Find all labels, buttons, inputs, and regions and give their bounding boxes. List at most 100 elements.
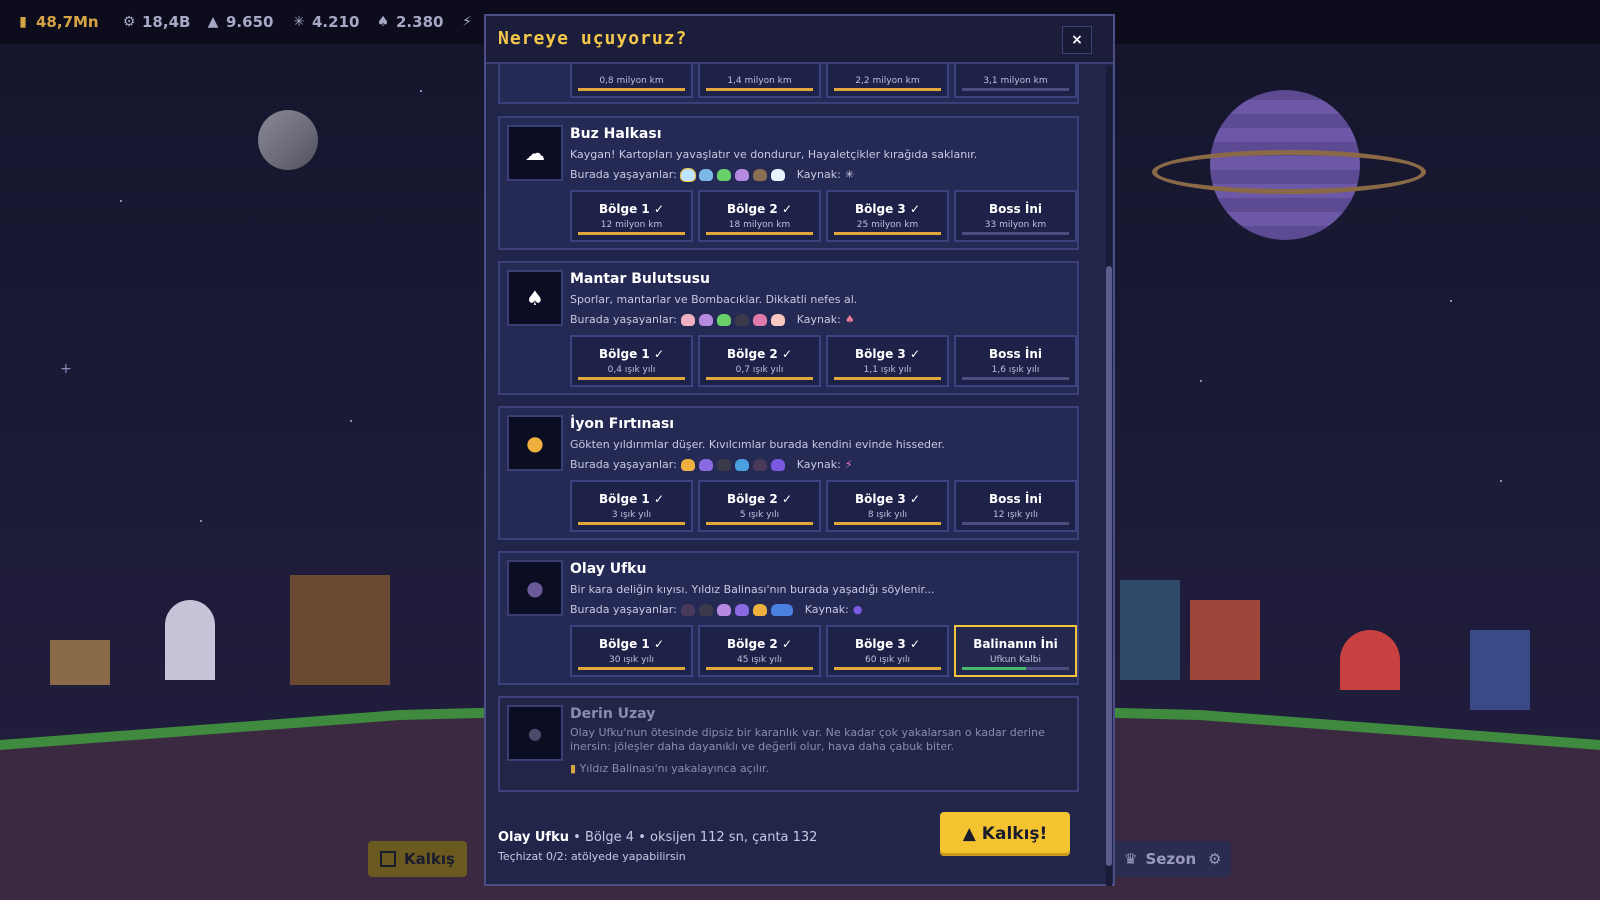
- crystal-icon: ▲: [207, 14, 219, 30]
- progress-bar: [962, 667, 1069, 670]
- zone-button[interactable]: Bölge 1 ✓ 30 ışık yılı: [570, 625, 693, 677]
- scrollbar[interactable]: [1106, 66, 1112, 886]
- zone-button[interactable]: Bölge 1 ✓ 0,4 ışık yılı: [570, 335, 693, 387]
- progress-bar: [706, 667, 813, 670]
- zone-button[interactable]: 1,4 milyon km: [698, 64, 821, 98]
- progress-bar: [834, 377, 941, 380]
- close-icon: ×: [1071, 32, 1083, 48]
- jelly-icon[interactable]: [734, 603, 749, 616]
- inhabitants-row: Burada yaşayanlar: Kaynak: ⚡: [570, 458, 853, 471]
- house: [50, 640, 110, 685]
- mushroom-icon[interactable]: [770, 313, 785, 326]
- inhabitants-row: Burada yaşayanlar: Kaynak: ✳: [570, 167, 855, 182]
- zone-button-selected[interactable]: Balinanın İni Ufkun Kalbi: [954, 625, 1077, 677]
- star: [1200, 380, 1202, 382]
- creature-icon[interactable]: [770, 458, 785, 471]
- resource-coins: ▮ 48,7Mn: [16, 11, 98, 33]
- snowflake-icon: ✳: [293, 14, 305, 30]
- zone-button[interactable]: 0,8 milyon km: [570, 64, 693, 98]
- zone-button[interactable]: Boss İni 1,6 ışık yılı: [954, 335, 1077, 387]
- progress-bar: [962, 88, 1069, 91]
- sparkle-star: +: [60, 361, 72, 377]
- zone-button[interactable]: Boss İni 12 ışık yılı: [954, 480, 1077, 532]
- zone-button[interactable]: Bölge 2 ✓ 0,7 ışık yılı: [698, 335, 821, 387]
- coin-icon: ▮: [19, 14, 27, 30]
- close-button[interactable]: ×: [1062, 26, 1092, 54]
- zone-button[interactable]: 2,2 milyon km: [826, 64, 949, 98]
- zone-button[interactable]: Bölge 3 ✓ 8 ışık yılı: [826, 480, 949, 532]
- workshop[interactable]: [290, 575, 390, 685]
- star: [1450, 300, 1452, 302]
- zone-button[interactable]: Bölge 3 ✓ 60 ışık yılı: [826, 625, 949, 677]
- zone-button[interactable]: Bölge 2 ✓ 5 ışık yılı: [698, 480, 821, 532]
- zone-row: Bölge 1 ✓ 30 ışık yılı Bölge 2 ✓ 45 ışık y…: [570, 625, 1077, 677]
- black-hole-icon: ●: [507, 560, 563, 616]
- creature-icon[interactable]: [680, 603, 695, 616]
- zone-button[interactable]: Bölge 1 ✓ 12 milyon km: [570, 190, 693, 242]
- progress-bar: [962, 232, 1069, 235]
- creature-icon[interactable]: [752, 458, 767, 471]
- blob-icon[interactable]: [734, 458, 749, 471]
- season-button[interactable]: ♛ Sezon: [1112, 841, 1209, 877]
- progress-bar: [706, 232, 813, 235]
- zone-button[interactable]: Bölge 2 ✓ 45 ışık yılı: [698, 625, 821, 677]
- destination-card-ion-storm: ● İyon Fırtınası Gökten yıldırımlar düşe…: [498, 406, 1079, 540]
- bomb-icon[interactable]: [698, 603, 713, 616]
- destination-card-event-horizon: ● Olay Ufku Bir kara deliğin kıyısı. Yıl…: [498, 551, 1079, 685]
- rocket-icon: ▲: [962, 824, 976, 844]
- resource-gears: ⚙ 18,4B: [122, 13, 191, 31]
- destination-list[interactable]: 0,8 milyon km 1,4 milyon km 2,2 milyon k…: [486, 64, 1113, 824]
- blob-icon[interactable]: [698, 168, 713, 181]
- zone-button[interactable]: Bölge 3 ✓ 25 milyon km: [826, 190, 949, 242]
- zone-row: Bölge 1 ✓ 12 milyon km Bölge 2 ✓ 18 milyon…: [570, 190, 1077, 242]
- star: [1500, 480, 1502, 482]
- scrollbar-thumb[interactable]: [1106, 266, 1112, 866]
- jelly-icon[interactable]: [698, 313, 713, 326]
- ghost-icon: ☁: [507, 125, 563, 181]
- snowball-icon[interactable]: [770, 168, 785, 181]
- progress-bar: [962, 522, 1069, 525]
- progress-bar: [962, 377, 1069, 380]
- rock-icon[interactable]: [752, 168, 767, 181]
- whale-icon[interactable]: [770, 603, 793, 616]
- progress-bar: [834, 522, 941, 525]
- progress-bar: [706, 88, 813, 91]
- zone-button[interactable]: 3,1 milyon km: [954, 64, 1077, 98]
- lock-note: ▮ Yıldız Balinası'nı yakalayınca açılır.: [570, 762, 769, 775]
- destination-modal: Nereye uçuyoruz? × 0,8 milyon km 1,4 mil…: [484, 14, 1115, 886]
- bomb-icon[interactable]: [716, 458, 731, 471]
- jelly-icon[interactable]: [734, 168, 749, 181]
- mushroom-icon: ♠: [844, 313, 855, 326]
- mushroom-icon: ♠: [376, 14, 390, 30]
- creature-icon[interactable]: [680, 313, 695, 326]
- slime-icon[interactable]: [716, 168, 731, 181]
- mushroom-icon: ♠: [507, 270, 563, 326]
- spark-icon[interactable]: [752, 603, 767, 616]
- lightning-icon: ⚡: [844, 458, 853, 471]
- lightning-icon: ⚡: [462, 14, 472, 30]
- launch-button[interactable]: ▲ Kalkış!: [940, 812, 1070, 856]
- modal-header: Nereye uçuyoruz? ×: [486, 16, 1113, 64]
- jelly-icon[interactable]: [698, 458, 713, 471]
- spark-icon: ●: [507, 415, 563, 471]
- game-launch-button[interactable]: Kalkış: [368, 841, 467, 877]
- zone-button[interactable]: Bölge 1 ✓ 3 ışık yılı: [570, 480, 693, 532]
- rocket[interactable]: [165, 600, 215, 680]
- zone-button[interactable]: Bölge 2 ✓ 18 milyon km: [698, 190, 821, 242]
- gear-icon: ⚙: [122, 14, 136, 30]
- creature-icon[interactable]: [752, 313, 767, 326]
- bomb-icon[interactable]: [734, 313, 749, 326]
- star: [200, 520, 202, 522]
- progress-bar: [834, 667, 941, 670]
- ghost-icon[interactable]: [679, 167, 696, 182]
- spark-icon[interactable]: [680, 458, 695, 471]
- zone-button[interactable]: Bölge 3 ✓ 1,1 ışık yılı: [826, 335, 949, 387]
- gear-summary: Teçhizat 0/2: atölyede yapabilirsin: [498, 850, 686, 863]
- snowflake-icon: ✳: [844, 168, 855, 181]
- jelly-icon[interactable]: [716, 603, 731, 616]
- zone-button[interactable]: Boss İni 33 milyon km: [954, 190, 1077, 242]
- selection-summary: Olay Ufku • Bölge 4 • oksijen 112 sn, ça…: [498, 830, 818, 845]
- destination-card-ice-ring: ☁ Buz Halkası Kaygan! Kartopları yavaşla…: [498, 116, 1079, 250]
- slime-icon[interactable]: [716, 313, 731, 326]
- settings-button[interactable]: ⚙: [1198, 841, 1232, 877]
